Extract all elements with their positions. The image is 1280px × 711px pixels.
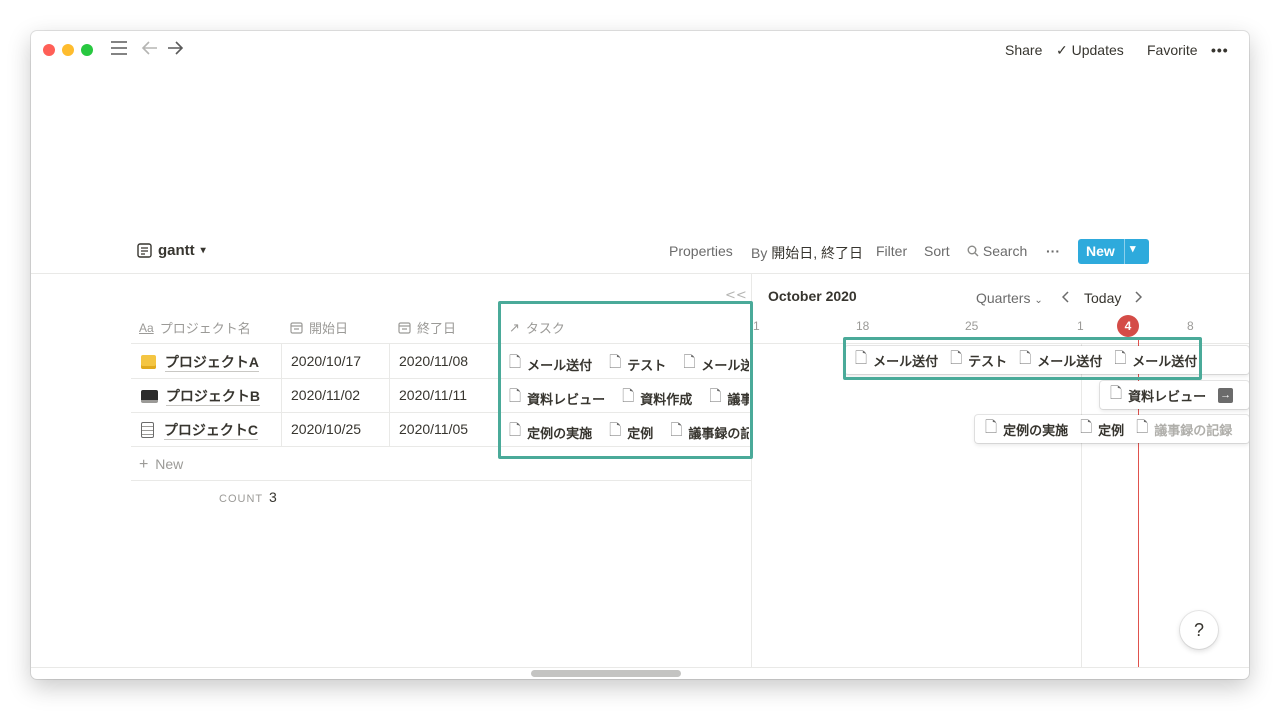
page-icon: 🗋	[985, 418, 998, 436]
new-button-label: New	[1086, 243, 1115, 259]
count-label: COUNT	[219, 493, 264, 505]
day-tick: 25	[965, 319, 979, 333]
view-list-icon	[137, 243, 152, 258]
add-row-label: New	[155, 456, 184, 472]
calendar-icon	[398, 322, 411, 334]
favorite-button[interactable]: Favorite	[1147, 42, 1198, 58]
updates-label: Updates	[1071, 42, 1124, 58]
new-button[interactable]: New ▾	[1078, 239, 1149, 264]
by-value: 開始日, 終了日	[771, 245, 864, 261]
close-window-button[interactable]	[43, 44, 55, 56]
back-arrow-icon[interactable]	[141, 40, 159, 61]
app-window: Share ✓ Updates Favorite ••• gantt ▾ Pro…	[31, 31, 1249, 679]
chevron-left-icon	[1061, 291, 1069, 303]
table-row[interactable]: プロジェクトA	[141, 352, 260, 372]
timeline-bar-project-c[interactable]: 🗋 定例の実施 🗋 定例 🗋 議事録の記録	[975, 415, 1249, 443]
row-title[interactable]: プロジェクトC	[163, 422, 259, 440]
properties-button[interactable]: Properties	[669, 243, 733, 259]
row-title[interactable]: プロジェクトB	[165, 388, 261, 406]
end-date-cell[interactable]: 2020/11/05	[399, 421, 468, 437]
column-header-name[interactable]: Aa プロジェクト名	[139, 318, 251, 337]
sidebar-menu-icon[interactable]	[110, 40, 128, 61]
column-header-end[interactable]: 終了日	[398, 318, 456, 337]
end-date-cell[interactable]: 2020/11/08	[399, 353, 468, 369]
chevron-down-icon: ▾	[200, 245, 206, 256]
end-date-cell[interactable]: 2020/11/11	[399, 387, 467, 403]
document-icon	[141, 422, 154, 438]
search-button[interactable]: Search	[967, 243, 1027, 259]
timeline-bar-project-b[interactable]: 🗋 資料レビュー →	[1100, 381, 1249, 409]
more-options-button[interactable]: •••	[1211, 42, 1229, 58]
help-button[interactable]: ?	[1180, 611, 1218, 649]
plus-icon: +	[139, 456, 149, 473]
view-more-button[interactable]: ···	[1046, 243, 1060, 259]
zoom-window-button[interactable]	[81, 44, 93, 56]
task-chip[interactable]: 🗋 定例	[1080, 417, 1124, 442]
count-value: 3	[269, 489, 277, 505]
header-divider	[31, 273, 1249, 274]
horizontal-scrollbar[interactable]	[531, 670, 681, 677]
day-tick: 8	[1187, 319, 1194, 333]
updates-button[interactable]: ✓ Updates	[1056, 42, 1124, 59]
start-date-cell[interactable]: 2020/11/02	[291, 387, 360, 403]
chevron-right-icon	[1135, 291, 1143, 303]
table-row[interactable]: プロジェクトC	[141, 420, 259, 440]
chevron-down-icon[interactable]: ▾	[1130, 242, 1136, 255]
task-chip[interactable]: 🗋 資料レビュー	[1110, 383, 1206, 408]
view-title: gantt	[158, 242, 195, 259]
task-chip[interactable]: 🗋 定例の実施	[985, 417, 1068, 442]
forward-arrow-icon[interactable]	[166, 40, 184, 61]
column-header-start[interactable]: 開始日	[290, 318, 348, 337]
table-row[interactable]: プロジェクトB	[141, 386, 261, 406]
group-by-button[interactable]: By 開始日, 終了日	[751, 243, 863, 263]
month-divider	[1081, 343, 1082, 667]
page-icon: 🗋	[1110, 384, 1123, 402]
folder-icon	[141, 355, 156, 369]
check-icon: ✓	[1056, 42, 1068, 58]
today-button[interactable]: Today	[1084, 290, 1121, 306]
next-period-button[interactable]	[1134, 290, 1143, 306]
share-button[interactable]: Share	[1005, 42, 1042, 58]
laptop-icon	[141, 390, 158, 403]
day-tick: 1	[1077, 319, 1084, 333]
page-icon: 🗋	[1080, 418, 1093, 436]
start-date-cell[interactable]: 2020/10/25	[291, 421, 361, 437]
page-icon: 🗋	[1136, 418, 1149, 436]
view-selector[interactable]: gantt ▾	[137, 242, 206, 259]
task-chip[interactable]: 🗋議事録の記録	[1136, 417, 1232, 442]
chevron-down-icon: ⌄	[1034, 295, 1043, 306]
text-type-icon: Aa	[139, 320, 154, 335]
day-tick: 1	[753, 319, 760, 333]
open-arrow-icon[interactable]: →	[1218, 387, 1234, 403]
timeline-month: October 2020	[768, 288, 857, 304]
count-summary[interactable]: COUNT 3	[219, 489, 277, 505]
zoom-selector[interactable]: Quarters ⌄	[976, 290, 1043, 306]
start-date-cell[interactable]: 2020/10/17	[291, 353, 361, 369]
timeline-bar-highlight	[843, 337, 1202, 380]
row-title[interactable]: プロジェクトA	[164, 354, 260, 372]
minimize-window-button[interactable]	[62, 44, 74, 56]
by-label: By	[751, 245, 768, 261]
filter-button[interactable]: Filter	[876, 243, 907, 259]
tasks-column-highlight	[498, 301, 753, 459]
search-label: Search	[982, 243, 1028, 259]
search-icon	[967, 245, 979, 257]
previous-period-button[interactable]	[1061, 290, 1070, 306]
sort-button[interactable]: Sort	[924, 243, 950, 259]
calendar-icon	[290, 322, 303, 334]
day-tick: 18	[856, 319, 870, 333]
add-row-button[interactable]: + New	[139, 456, 183, 474]
today-marker: 4	[1117, 315, 1139, 337]
